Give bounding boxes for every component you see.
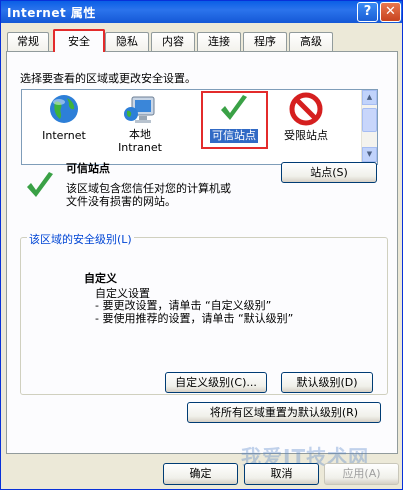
apply-button[interactable]: 应用(A) (324, 463, 399, 485)
ok-button[interactable]: 确定 (163, 463, 238, 485)
sites-button[interactable]: 站点(S) (281, 162, 377, 183)
default-level-button[interactable]: 默认级别(D) (281, 372, 373, 393)
level-line-3: - 要使用推荐的设置，请单击 “默认级别” (95, 312, 294, 325)
tab-security[interactable]: 安全 (53, 29, 105, 52)
window-title: Internet 属性 (7, 6, 96, 20)
zone-label-intranet: Intranet (118, 141, 162, 154)
scroll-up-button[interactable]: ▲ (362, 90, 377, 105)
close-button[interactable]: ✕ (380, 2, 401, 22)
zone-restricted-sites[interactable]: 受限站点 (274, 92, 338, 143)
tab-privacy[interactable]: 隐私 (105, 32, 149, 51)
zone-description-line2: 文件没有损害的网站。 (66, 195, 176, 208)
zone-list: Internet 本地 Intranet 可信站点 受限站点 ▲ ▼ (21, 89, 378, 165)
monitor-globe-icon (124, 96, 155, 123)
internet-properties-dialog: Internet 属性 ? ✕ 常规 安全 隐私 内容 连接 程序 高级 选择要… (0, 0, 403, 490)
level-title: 自定义 (84, 272, 117, 285)
green-check-icon (27, 172, 53, 197)
zone-internet[interactable]: Internet (32, 92, 96, 143)
tab-general[interactable]: 常规 (7, 32, 49, 51)
instruction-text: 选择要查看的区域或更改安全设置。 (20, 72, 196, 85)
scroll-down-button[interactable]: ▼ (362, 147, 377, 162)
tab-connections[interactable]: 连接 (197, 32, 241, 51)
tab-programs[interactable]: 程序 (243, 32, 287, 51)
red-no-icon (289, 92, 323, 126)
globe-icon (50, 95, 78, 123)
scroll-thumb[interactable] (362, 108, 377, 132)
zone-label-restricted: 受限站点 (284, 129, 328, 142)
title-bar[interactable]: Internet 属性 ? ✕ (1, 1, 402, 23)
help-button[interactable]: ? (357, 2, 378, 22)
tab-advanced[interactable]: 高级 (289, 32, 333, 51)
zone-name: 可信站点 (66, 162, 110, 175)
custom-level-button[interactable]: 自定义级别(C)... (165, 372, 267, 393)
cancel-button[interactable]: 取消 (244, 463, 319, 485)
trusted-highlight-box (201, 91, 268, 149)
zone-local-intranet[interactable]: 本地 Intranet (108, 92, 172, 155)
security-level-group-title: 该区域的安全级别(L) (27, 231, 134, 247)
security-panel: 选择要查看的区域或更改安全设置。 Internet 本地 Intranet 可信… (6, 51, 398, 454)
reset-all-zones-button[interactable]: 将所有区域重置为默认级别(R) (187, 402, 381, 423)
zone-label-internet: Internet (42, 129, 86, 142)
tab-content[interactable]: 内容 (151, 32, 195, 51)
zone-label-local: 本地 (129, 128, 151, 141)
zone-list-scrollbar[interactable]: ▲ ▼ (361, 90, 377, 164)
